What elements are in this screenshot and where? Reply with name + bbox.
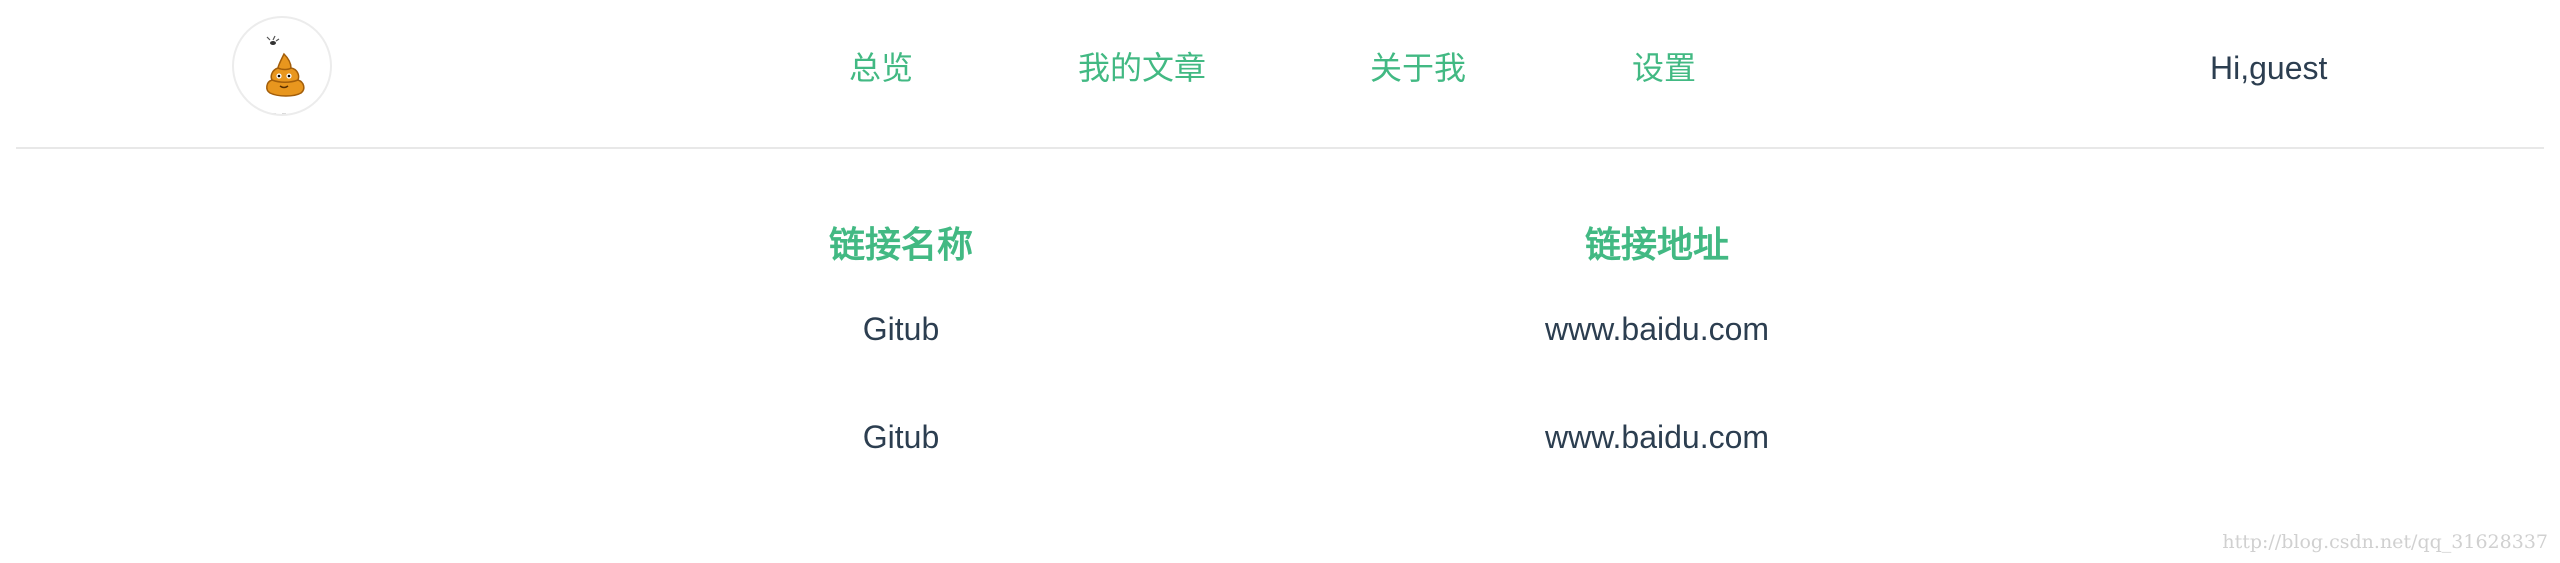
top-navbar: 总览 我的文章 关于我 设置 Hi,guest — [0, 0, 2560, 148]
link-url-cell[interactable]: www.baidu.com — [1545, 307, 1769, 351]
header-divider — [16, 147, 2544, 149]
page: 总览 我的文章 关于我 设置 Hi,guest 链接名称 链接地址 Gitub … — [0, 0, 2560, 563]
nav-item-my-articles[interactable]: 我的文章 — [1078, 46, 1206, 90]
watermark-text: http://blog.csdn.net/qq_31628337 — [2222, 531, 2548, 553]
logo-avatar[interactable] — [232, 16, 332, 116]
link-name-cell: Gitub — [862, 419, 940, 455]
nav-item-overview[interactable]: 总览 — [849, 46, 913, 90]
cartoon-mascot-icon — [266, 35, 305, 114]
link-url-cell[interactable]: www.baidu.com — [1545, 415, 1769, 459]
nav-item-about-me[interactable]: 关于我 — [1370, 46, 1466, 90]
link-name-cell: Gitub — [862, 311, 940, 347]
column-header-link-url: 链接地址 — [1584, 224, 1730, 265]
nav-item-settings[interactable]: 设置 — [1632, 46, 1696, 90]
column-header-link-name: 链接名称 — [828, 224, 974, 265]
user-greeting[interactable]: Hi,guest — [2210, 46, 2327, 90]
